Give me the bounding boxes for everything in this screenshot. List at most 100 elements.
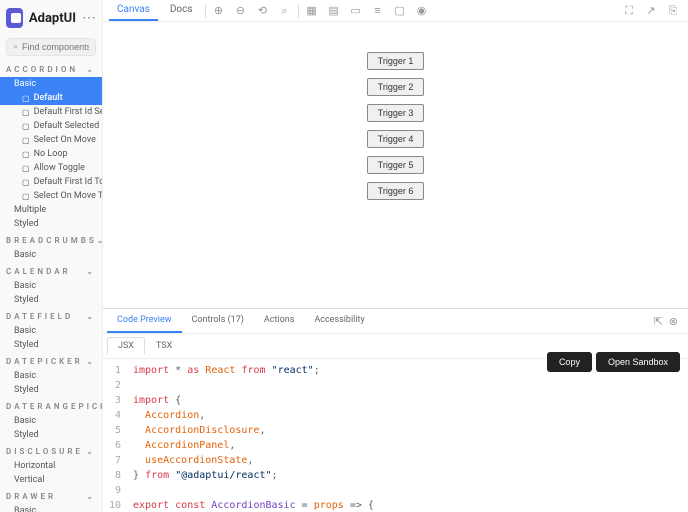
tree-item[interactable]: ▢Default First Id Toggle [0, 175, 102, 189]
tree-item-label: Default First Id Toggle [34, 177, 102, 187]
tree-item[interactable]: Basic [0, 369, 102, 383]
tree-item[interactable]: Multiple [0, 203, 102, 217]
tree-item-label: Basic [14, 371, 36, 381]
addons-panel: Code PreviewControls (17)ActionsAccessib… [103, 308, 688, 512]
tree-item[interactable]: Styled [0, 383, 102, 397]
tree-section-header[interactable]: DATERANGEPICKER⌄ [0, 399, 102, 414]
tree-item-label: Allow Toggle [34, 163, 85, 173]
grid-icon[interactable]: ▤ [325, 2, 343, 20]
collapse-icon[interactable]: ⌄ [86, 357, 96, 366]
collapse-icon[interactable]: ⌄ [86, 312, 96, 321]
background-icon[interactable]: ▦ [303, 2, 321, 20]
trigger-button[interactable]: Trigger 5 [367, 156, 425, 174]
tree-section-header[interactable]: DISCLOSURE⌄ [0, 444, 102, 459]
component-tree: ACCORDION⌄Basic▢Default▢Default First Id… [0, 62, 102, 512]
link-icon[interactable]: ⎘ [664, 2, 682, 20]
addon-tab[interactable]: Code Preview [107, 309, 182, 333]
trigger-button[interactable]: Trigger 6 [367, 182, 425, 200]
addon-tab[interactable]: Accessibility [304, 309, 374, 333]
sandbox-button[interactable]: Open Sandbox [596, 352, 680, 372]
trigger-button[interactable]: Trigger 3 [367, 104, 425, 122]
trigger-button[interactable]: Trigger 1 [367, 52, 425, 70]
document-icon: ▢ [22, 122, 30, 131]
tree-item-label: Select On Move [34, 135, 96, 145]
addon-tab[interactable]: Controls (17) [182, 309, 254, 333]
tree-item-label: Default Selected [34, 121, 100, 131]
tree-item-label: Horizontal [14, 461, 55, 471]
tree-item[interactable]: Basic [0, 324, 102, 338]
viewport-size-icon[interactable]: ▭ [347, 2, 365, 20]
tree-item[interactable]: Basic [0, 504, 102, 512]
tree-item-label: Styled [14, 219, 39, 229]
document-icon: ▢ [22, 136, 30, 145]
open-new-icon[interactable]: ↗ [642, 2, 660, 20]
fullscreen-icon[interactable]: ⛶ [620, 2, 638, 20]
tree-item-label: Styled [14, 430, 39, 440]
tree-item[interactable]: Styled [0, 338, 102, 352]
accessibility-icon[interactable]: ◉ [413, 2, 431, 20]
document-icon: ▢ [22, 94, 30, 103]
addons-tabs: Code PreviewControls (17)ActionsAccessib… [103, 309, 688, 334]
document-icon: ▢ [22, 108, 30, 117]
collapse-icon[interactable]: ⌄ [86, 447, 96, 456]
tree-section-header[interactable]: BREADCRUMBS⌄ [0, 233, 102, 248]
lang-jsx[interactable]: JSX [107, 337, 145, 355]
tree-item[interactable]: Basic [0, 77, 102, 91]
lang-tsx[interactable]: TSX [145, 337, 183, 355]
tree-item[interactable]: ▢ Default [0, 91, 102, 105]
tree-section-header[interactable]: DATEPICKER⌄ [0, 354, 102, 369]
tab-docs[interactable]: Docs [162, 0, 201, 21]
tree-item[interactable]: ▢ Default Selected [0, 119, 102, 133]
collapse-icon[interactable]: ⌄ [97, 236, 102, 245]
tree-section-header[interactable]: DRAWER⌄ [0, 489, 102, 504]
sidebar: AdaptUI ⋯ ⌕ ACCORDION⌄Basic▢Default▢Defa… [0, 0, 103, 512]
tree-item[interactable]: Basic [0, 279, 102, 293]
outline-icon[interactable]: ▢ [391, 2, 409, 20]
tree-section-header[interactable]: ACCORDION⌄ [0, 62, 102, 77]
menu-dots-icon[interactable]: ⋯ [82, 10, 96, 26]
toolbar-divider [298, 4, 299, 18]
tree-item[interactable]: Styled [0, 293, 102, 307]
line-numbers: 12345678910111213141516171819 [103, 359, 127, 512]
tree-item-label: Basic [14, 506, 36, 512]
tree-item[interactable]: ▢Allow Toggle [0, 161, 102, 175]
tree-item-label: Styled [14, 295, 39, 305]
zoom-in-icon[interactable]: ⊕ [210, 2, 228, 20]
tree-item[interactable]: ▢Select On Move Toggle [0, 189, 102, 203]
tree-item[interactable]: ▢ No Loop [0, 147, 102, 161]
trigger-button[interactable]: Trigger 4 [367, 130, 425, 148]
code-area[interactable]: 12345678910111213141516171819 import * a… [103, 359, 688, 512]
close-icon[interactable]: ⊗ [669, 315, 678, 328]
tree-section-header[interactable]: CALENDAR⌄ [0, 264, 102, 279]
tree-item[interactable]: ▢ Select On Move [0, 133, 102, 147]
tree-item[interactable]: Basic [0, 248, 102, 262]
zoom-reset-icon[interactable]: ⟲ [254, 2, 272, 20]
copy-button[interactable]: Copy [547, 352, 592, 372]
addon-tab[interactable]: Actions [254, 309, 304, 333]
tree-section-header[interactable]: DATEFIELD⌄ [0, 309, 102, 324]
tree-item[interactable]: Styled [0, 428, 102, 442]
app-title: AdaptUI [29, 11, 76, 26]
eject-icon[interactable]: ⇱ [654, 315, 663, 328]
tree-item[interactable]: ▢Default First Id Selected [0, 105, 102, 119]
collapse-icon[interactable]: ⌄ [86, 65, 96, 74]
trigger-button[interactable]: Trigger 2 [367, 78, 425, 96]
viewport-icon[interactable]: ⌕ [276, 2, 294, 20]
document-icon: ▢ [22, 150, 30, 159]
measure-icon[interactable]: ≡ [369, 2, 387, 20]
tab-canvas[interactable]: Canvas [109, 0, 158, 21]
tree-item-label: Basic [14, 326, 36, 336]
tree-item[interactable]: Styled [0, 217, 102, 231]
tree-item[interactable]: Horizontal [0, 459, 102, 473]
zoom-out-icon[interactable]: ⊖ [232, 2, 250, 20]
tree-item-label: Basic [14, 250, 36, 260]
search-input[interactable] [22, 42, 89, 52]
search-box[interactable]: ⌕ [6, 38, 96, 56]
tree-item-label: No Loop [34, 149, 68, 159]
tree-item[interactable]: Vertical [0, 473, 102, 487]
collapse-icon[interactable]: ⌄ [86, 492, 96, 501]
code-content: import * as React from "react"; import {… [127, 359, 591, 512]
tree-item-label: Default [34, 93, 63, 103]
collapse-icon[interactable]: ⌄ [86, 267, 96, 276]
tree-item[interactable]: Basic [0, 414, 102, 428]
